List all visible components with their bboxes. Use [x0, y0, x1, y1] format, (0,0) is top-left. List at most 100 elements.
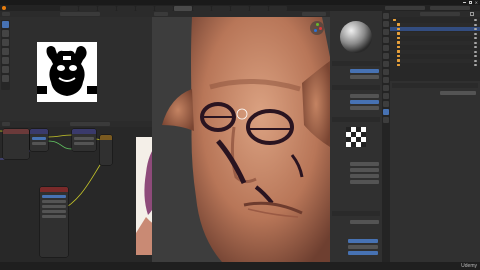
tool-icon[interactable]: [383, 13, 389, 19]
gizmo-z-axis[interactable]: [314, 29, 317, 32]
stroke-method-button[interactable]: [348, 239, 378, 243]
menu-item[interactable]: [8, 6, 14, 10]
property-value[interactable]: [440, 91, 476, 95]
node-mix[interactable]: [100, 135, 112, 165]
outliner-item[interactable]: [390, 27, 480, 31]
menu-item[interactable]: [17, 6, 23, 10]
view-layer-selector[interactable]: [430, 6, 470, 10]
workspace-tab[interactable]: [155, 5, 173, 11]
texture-icon[interactable]: [383, 117, 389, 123]
property-value[interactable]: [350, 105, 379, 110]
menu-item[interactable]: [26, 6, 32, 10]
3d-viewport[interactable]: [152, 11, 330, 262]
material-icon[interactable]: [383, 109, 389, 115]
sculpted-head-model[interactable]: [152, 17, 330, 262]
outliner-item[interactable]: [390, 58, 480, 63]
outliner-item[interactable]: [390, 36, 480, 40]
section-header[interactable]: [332, 85, 380, 90]
property-value[interactable]: [350, 219, 379, 224]
menu-item[interactable]: [53, 6, 59, 10]
smear-icon[interactable]: [2, 48, 9, 55]
mask-icon[interactable]: [2, 66, 9, 73]
property-value[interactable]: [350, 74, 379, 79]
workspace-tab[interactable]: [79, 5, 97, 11]
view-layer-icon[interactable]: [383, 37, 389, 43]
node-field[interactable]: [42, 205, 66, 208]
node-field[interactable]: [42, 215, 66, 218]
node-image-texture[interactable]: [72, 129, 96, 151]
node-field[interactable]: [32, 137, 46, 140]
visibility-eye-icon[interactable]: [474, 46, 477, 48]
sample-icon[interactable]: [2, 75, 9, 82]
maximize-icon[interactable]: [469, 1, 472, 4]
outliner-item[interactable]: [390, 63, 480, 67]
workspace-tab[interactable]: [174, 5, 192, 11]
node-mapping[interactable]: [30, 129, 48, 151]
workspace-tab[interactable]: [193, 5, 211, 11]
output-icon[interactable]: [383, 29, 389, 35]
outliner-search-input[interactable]: [420, 12, 460, 16]
outliner-item[interactable]: [390, 31, 480, 36]
workspace-tab[interactable]: [117, 5, 135, 11]
workspace-tab[interactable]: [269, 5, 287, 11]
fill-icon[interactable]: [2, 39, 9, 46]
visibility-eye-icon[interactable]: [474, 55, 477, 57]
cursor-icon[interactable]: [2, 21, 9, 28]
property-value[interactable]: [350, 99, 379, 104]
section-header[interactable]: [332, 117, 380, 122]
particles-icon[interactable]: [383, 77, 389, 83]
data-icon[interactable]: [383, 101, 389, 107]
property-value[interactable]: [350, 179, 379, 184]
navigation-gizmo[interactable]: [310, 21, 324, 35]
jitter-field[interactable]: [348, 251, 378, 255]
visibility-eye-icon[interactable]: [474, 37, 477, 39]
node-field[interactable]: [32, 142, 46, 145]
viewport-mode-selector[interactable]: [154, 12, 168, 16]
node-field[interactable]: [42, 210, 66, 213]
scene-selector[interactable]: [385, 6, 425, 10]
workspace-tab[interactable]: [231, 5, 249, 11]
constraints-icon[interactable]: [383, 93, 389, 99]
image-selector[interactable]: [60, 12, 100, 16]
outliner-item[interactable]: [390, 18, 480, 22]
render-icon[interactable]: [383, 21, 389, 27]
spacing-field[interactable]: [348, 245, 378, 249]
workspace-tab[interactable]: [60, 5, 78, 11]
outliner-item[interactable]: [390, 22, 480, 27]
filter-icon[interactable]: [470, 12, 474, 16]
property-value[interactable]: [350, 93, 379, 98]
texture-map-image[interactable]: [37, 42, 97, 102]
outliner-item[interactable]: [390, 40, 480, 45]
node-field[interactable]: [74, 142, 94, 145]
workspace-tab[interactable]: [98, 5, 116, 11]
object-icon[interactable]: [383, 61, 389, 67]
gizmo-x-axis[interactable]: [319, 27, 322, 30]
property-value[interactable]: [350, 68, 379, 73]
section-header[interactable]: [392, 83, 478, 88]
scene-icon[interactable]: [383, 45, 389, 51]
visibility-eye-icon[interactable]: [474, 50, 477, 53]
minimize-icon[interactable]: [463, 2, 466, 3]
workspace-tab[interactable]: [136, 5, 154, 11]
clone-icon[interactable]: [2, 57, 9, 64]
node-field[interactable]: [42, 200, 66, 203]
modifier-icon[interactable]: [383, 69, 389, 75]
visibility-eye-icon[interactable]: [474, 59, 477, 62]
menu-item[interactable]: [44, 6, 50, 10]
visibility-eye-icon[interactable]: [474, 32, 477, 35]
visibility-eye-icon[interactable]: [474, 28, 477, 30]
node-principled-bsdf[interactable]: [40, 187, 68, 257]
outliner-item[interactable]: [390, 49, 480, 54]
gizmo-y-axis[interactable]: [316, 23, 319, 26]
visibility-eye-icon[interactable]: [474, 19, 477, 21]
texture-preview[interactable]: [346, 127, 366, 147]
blender-logo-icon[interactable]: [2, 6, 6, 10]
section-header[interactable]: [332, 211, 380, 216]
editor-type-button[interactable]: [2, 12, 10, 16]
node-field[interactable]: [42, 195, 66, 198]
visibility-eye-icon[interactable]: [474, 41, 477, 44]
section-header[interactable]: [332, 61, 380, 66]
menu-item[interactable]: [35, 6, 41, 10]
brush-icon[interactable]: [2, 30, 9, 37]
brush-preview[interactable]: [338, 19, 374, 55]
